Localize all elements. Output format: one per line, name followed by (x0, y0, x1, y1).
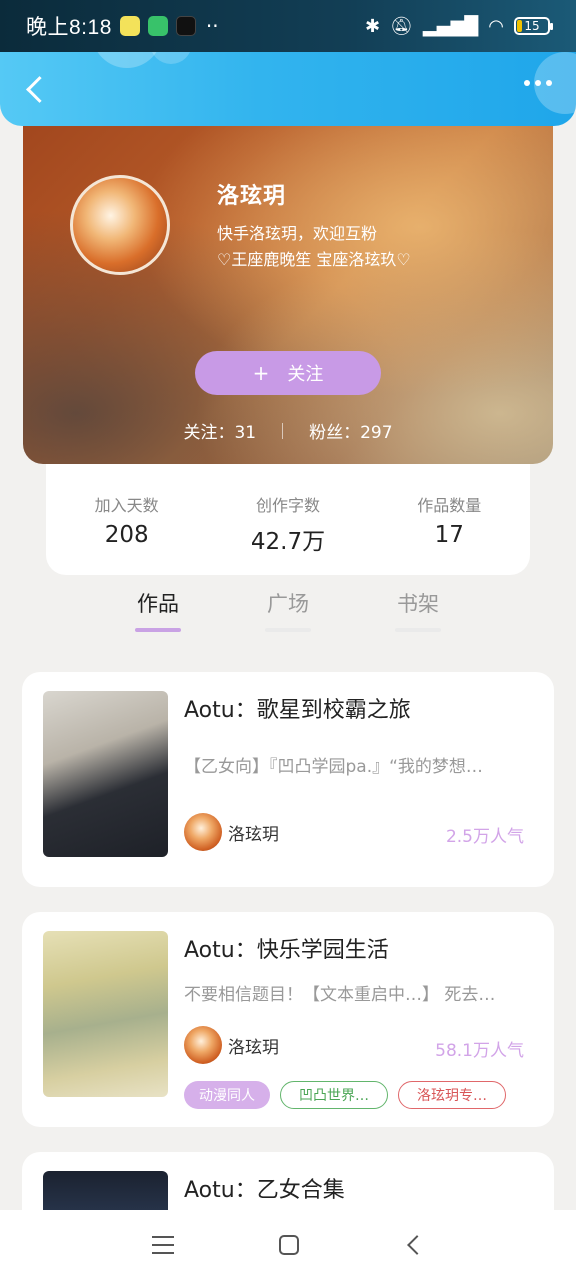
author-avatar (184, 813, 222, 851)
profile-name: 洛玹玥 (217, 184, 287, 209)
decor-bubble (150, 52, 192, 64)
tag-chip[interactable]: 凹凸世界… (280, 1081, 388, 1109)
work-card[interactable]: Aotu：歌星到校霸之旅 【乙女向】『凹凸学园pa.』“我的梦想… 洛玹玥 2.… (22, 672, 554, 887)
work-card[interactable]: Aotu：快乐学园生活 不要相信题目！【文本重启中…】 死去… 洛玹玥 58.1… (22, 912, 554, 1127)
decor-bubble (92, 52, 162, 68)
work-author[interactable]: 洛玹玥 (184, 813, 279, 851)
chat-app-icon (119, 16, 140, 36)
tiktok-icon (175, 16, 196, 36)
tab-works[interactable]: 作品 (133, 588, 183, 648)
profile-header: 洛玹玥 快手洛玹玥，欢迎互粉 ♡王座鹿晚笙 宝座洛玹玖♡ + 关注 关注：31 … (23, 126, 553, 464)
work-popularity: 58.1万人气 (435, 1041, 524, 1061)
stat-words: 创作字数 42.7万 (218, 492, 358, 575)
divider (282, 422, 284, 439)
stat-value: 42.7万 (250, 529, 326, 555)
tab-bar: 作品 广场 书架 (0, 588, 576, 648)
recent-apps-icon[interactable] (152, 1236, 175, 1254)
stat-label: 加入天数 (94, 496, 159, 515)
tag-chip[interactable]: 洛玹玥专… (398, 1081, 506, 1109)
author-name: 洛玹玥 (228, 1037, 279, 1058)
signal-icon: ▂▄▆█ (422, 15, 479, 37)
author-avatar (184, 1026, 222, 1064)
home-icon[interactable] (278, 1235, 299, 1255)
tab-indicator (395, 628, 441, 632)
tab-label: 作品 (137, 592, 179, 616)
follow-counts: 关注：31 粉丝：297 (23, 418, 553, 443)
more-options-button[interactable] (524, 80, 552, 86)
follow-label: 关注 (287, 364, 324, 385)
stat-label: 创作字数 (255, 496, 320, 515)
fans-count[interactable]: 粉丝：297 (309, 418, 392, 443)
system-nav-bar (0, 1210, 576, 1280)
status-time: 晚上8:18 (26, 16, 112, 39)
stats-card: 加入天数 208 创作字数 42.7万 作品数量 17 (46, 464, 530, 575)
bluetooth-icon: ✱ (364, 15, 381, 37)
work-title: Aotu：乙女合集 (184, 1178, 345, 1203)
shield-app-icon (147, 16, 168, 36)
plus-icon: + (252, 361, 270, 385)
work-cover[interactable] (43, 691, 168, 857)
wifi-icon: ◠ (488, 15, 504, 37)
battery-icon: 15 (514, 17, 553, 35)
author-name: 洛玹玥 (228, 824, 279, 845)
stat-value: 208 (104, 522, 149, 548)
tab-square[interactable]: 广场 (263, 588, 313, 648)
work-title: Aotu：快乐学园生活 (184, 938, 389, 963)
work-description: 不要相信题目！【文本重启中…】 死去… (184, 985, 496, 1005)
profile-bio-line1: 快手洛玹玥，欢迎互粉 (217, 224, 378, 243)
tab-label: 广场 (267, 592, 309, 616)
stat-label: 作品数量 (417, 496, 482, 515)
tab-label: 书架 (397, 592, 439, 616)
following-count[interactable]: 关注：31 (183, 418, 256, 443)
stat-works: 作品数量 17 (379, 492, 519, 575)
work-popularity: 2.5万人气 (445, 827, 524, 847)
work-title: Aotu：歌星到校霸之旅 (184, 698, 411, 723)
stat-value: 17 (434, 522, 464, 548)
mute-icon: 🔕︎ (390, 15, 413, 37)
work-cover[interactable] (43, 931, 168, 1097)
tab-indicator (135, 628, 181, 632)
system-back-icon[interactable] (406, 1235, 427, 1255)
work-description: 【乙女向】『凹凸学园pa.』“我的梦想… (184, 757, 483, 777)
top-nav-bar (0, 52, 576, 126)
avatar[interactable] (70, 175, 170, 275)
tab-bookshelf[interactable]: 书架 (393, 588, 443, 648)
stat-days: 加入天数 208 (57, 492, 197, 575)
work-tags: 动漫同人 凹凸世界… 洛玹玥专… (184, 1081, 506, 1109)
follow-button[interactable]: + 关注 (195, 351, 381, 395)
back-button[interactable] (18, 72, 52, 106)
tag-chip[interactable]: 动漫同人 (184, 1081, 270, 1109)
profile-bio-line2: ♡王座鹿晚笙 宝座洛玹玖♡ (217, 250, 411, 269)
work-author[interactable]: 洛玹玥 (184, 1026, 279, 1064)
tab-indicator (265, 628, 311, 632)
status-bar: 晚上8:18 ·· ✱ 🔕︎ ▂▄▆█ ◠ 15 (0, 0, 576, 52)
battery-level: 15 (524, 19, 540, 33)
status-more-dots: ·· (205, 14, 219, 38)
